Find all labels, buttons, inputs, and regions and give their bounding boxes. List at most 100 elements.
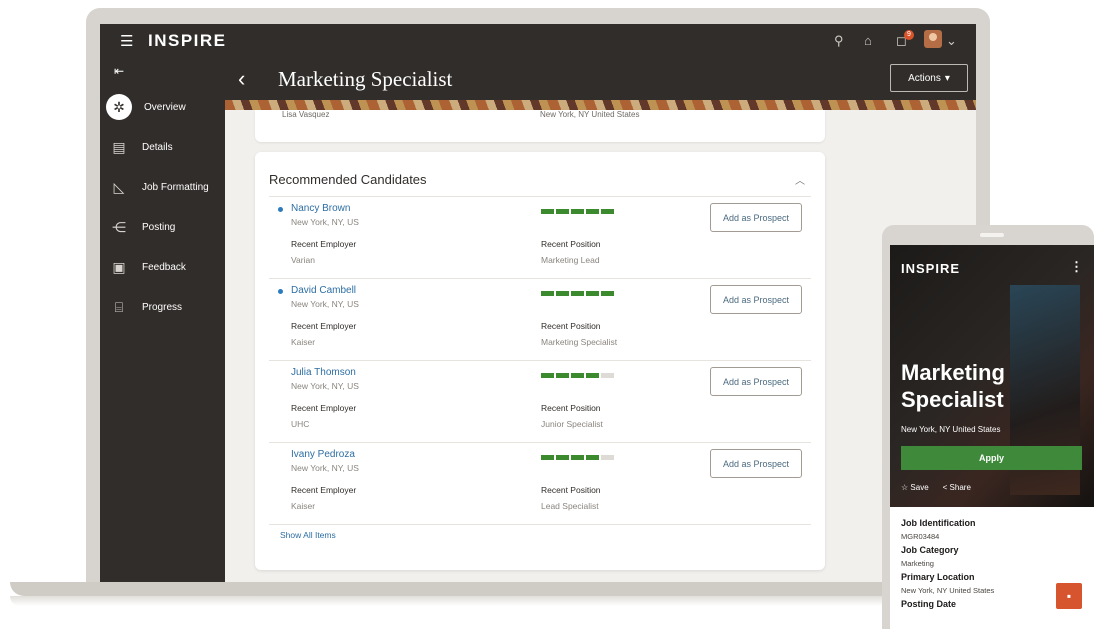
- candidate-name-link[interactable]: Nancy Brown: [291, 203, 350, 214]
- phone-frame: INSPIRE ⋮ Marketing Specialist New York,…: [882, 225, 1094, 629]
- score-segment: [586, 455, 599, 460]
- position-label: Recent Position: [541, 321, 601, 331]
- score-segment: [556, 291, 569, 296]
- match-score: [541, 373, 614, 378]
- add-as-prospect-button[interactable]: Add as Prospect: [710, 203, 802, 232]
- score-segment: [571, 373, 584, 378]
- previous-card-location: New York, NY United States: [540, 110, 640, 119]
- candidate-location: New York, NY, US: [291, 299, 359, 309]
- candidate-name-link[interactable]: Ivany Pedroza: [291, 449, 355, 460]
- candidate-location: New York, NY, US: [291, 217, 359, 227]
- top-bar: ☰ INSPIRE ⚲ ⌂ ◻ 9 ⌄: [100, 24, 976, 58]
- mobile-hero-image: INSPIRE ⋮ Marketing Specialist New York,…: [890, 245, 1094, 507]
- collapse-sidebar-icon[interactable]: ⇤: [114, 64, 124, 78]
- score-segment: [541, 455, 554, 460]
- candidate-name-link[interactable]: Julia Thomson: [291, 367, 356, 378]
- score-segment: [556, 209, 569, 214]
- phone-speaker: [980, 233, 1004, 237]
- sidebar-item-label: Job Formatting: [142, 181, 209, 193]
- employer-label: Recent Employer: [291, 321, 357, 331]
- employer-value: Varian: [291, 255, 315, 265]
- sidebar-item-overview[interactable]: ✲ Overview: [100, 91, 225, 123]
- divider: [269, 524, 811, 525]
- score-segment: [571, 209, 584, 214]
- detail-label: Posting Date: [901, 599, 957, 609]
- score-segment: [601, 373, 614, 378]
- notification-badge: 9: [904, 30, 914, 40]
- share-label: Share: [949, 483, 971, 492]
- match-score: [541, 291, 614, 296]
- detail-label: Job Category: [901, 545, 959, 555]
- chevron-up-icon[interactable]: ︿: [795, 172, 805, 187]
- score-segment: [571, 455, 584, 460]
- position-label: Recent Position: [541, 485, 601, 495]
- mobile-job-location: New York, NY United States: [901, 425, 1001, 434]
- back-arrow-icon[interactable]: ‹: [238, 66, 245, 92]
- apply-button[interactable]: Apply: [901, 446, 1082, 470]
- candidate-row: David Cambell New York, NY, US Recent Em…: [269, 278, 811, 361]
- score-segment: [601, 291, 614, 296]
- brand-logo: INSPIRE: [148, 31, 227, 50]
- previous-card-name: Lisa Vasquez: [282, 110, 330, 119]
- score-segment: [586, 209, 599, 214]
- sidebar-item-posting[interactable]: ⋲ Posting: [100, 211, 225, 243]
- score-segment: [556, 373, 569, 378]
- candidate-location: New York, NY, US: [291, 381, 359, 391]
- candidate-row: Ivany Pedroza New York, NY, US Recent Em…: [269, 442, 811, 525]
- score-segment: [541, 291, 554, 296]
- sidebar-item-feedback[interactable]: ▣ Feedback: [100, 251, 225, 283]
- section-title: Recommended Candidates: [269, 172, 427, 187]
- position-value: Lead Specialist: [541, 501, 599, 511]
- kebab-menu-icon[interactable]: ⋮: [1070, 259, 1083, 275]
- add-as-prospect-button[interactable]: Add as Prospect: [710, 285, 802, 314]
- sidebar-item-label: Progress: [142, 301, 183, 313]
- search-icon[interactable]: ⚲: [834, 33, 844, 49]
- header-banner-art: [225, 100, 976, 110]
- sidebar: ⇤ ✲ Overview ▤ Details ◺ Job Formatting …: [100, 58, 225, 582]
- home-icon[interactable]: ⌂: [864, 33, 872, 48]
- chat-icon[interactable]: ▪: [1056, 583, 1082, 609]
- chevron-down-icon[interactable]: ⌄: [946, 33, 957, 49]
- candidate-name-link[interactable]: David Cambell: [291, 285, 356, 296]
- detail-value: Marketing: [901, 559, 934, 568]
- share-action[interactable]: < Share: [943, 483, 971, 492]
- desktop-screen: ☰ INSPIRE ⚲ ⌂ ◻ 9 ⌄ ⇤ ✲ Overview ▤ Detai…: [100, 24, 976, 582]
- score-segment: [571, 291, 584, 296]
- add-as-prospect-button[interactable]: Add as Prospect: [710, 449, 802, 478]
- score-segment: [556, 455, 569, 460]
- mobile-job-details: Job Identification MGR03484 Job Category…: [901, 517, 1081, 611]
- avatar[interactable]: [924, 30, 942, 48]
- star-icon: ☆: [901, 483, 909, 492]
- share-icon: <: [942, 483, 948, 492]
- sidebar-item-job-formatting[interactable]: ◺ Job Formatting: [100, 171, 225, 203]
- sidebar-item-label: Details: [142, 141, 173, 153]
- actions-button[interactable]: Actions ▾: [890, 64, 968, 92]
- show-all-items-link[interactable]: Show All Items: [280, 530, 336, 540]
- sidebar-item-label: Feedback: [142, 261, 186, 273]
- save-label: Save: [910, 483, 929, 492]
- posting-icon: ⋲: [112, 218, 126, 235]
- progress-icon: ⌸: [114, 298, 124, 315]
- mobile-brand-logo: INSPIRE: [901, 261, 961, 276]
- score-segment: [586, 291, 599, 296]
- position-label: Recent Position: [541, 403, 601, 413]
- employer-label: Recent Employer: [291, 485, 357, 495]
- score-segment: [541, 373, 554, 378]
- sidebar-item-label: Overview: [144, 101, 186, 113]
- main-content: Lisa Vasquez New York, NY United States …: [225, 110, 976, 582]
- previous-card: Lisa Vasquez New York, NY United States: [255, 110, 825, 142]
- save-action[interactable]: ☆ Save: [901, 483, 929, 492]
- score-segment: [601, 455, 614, 460]
- sidebar-item-progress[interactable]: ⌸ Progress: [100, 291, 225, 323]
- score-segment: [601, 209, 614, 214]
- detail-label: Job Identification: [901, 518, 976, 528]
- sidebar-item-details[interactable]: ▤ Details: [100, 131, 225, 163]
- add-as-prospect-button[interactable]: Add as Prospect: [710, 367, 802, 396]
- score-segment: [586, 373, 599, 378]
- actions-label: Actions: [908, 72, 941, 84]
- employer-label: Recent Employer: [291, 403, 357, 413]
- mobile-actions: ☆ Save < Share: [901, 483, 971, 492]
- hamburger-menu-icon[interactable]: ☰: [120, 32, 133, 50]
- candidate-row: Nancy Brown New York, NY, US Recent Empl…: [269, 196, 811, 279]
- job-formatting-icon: ◺: [113, 178, 125, 195]
